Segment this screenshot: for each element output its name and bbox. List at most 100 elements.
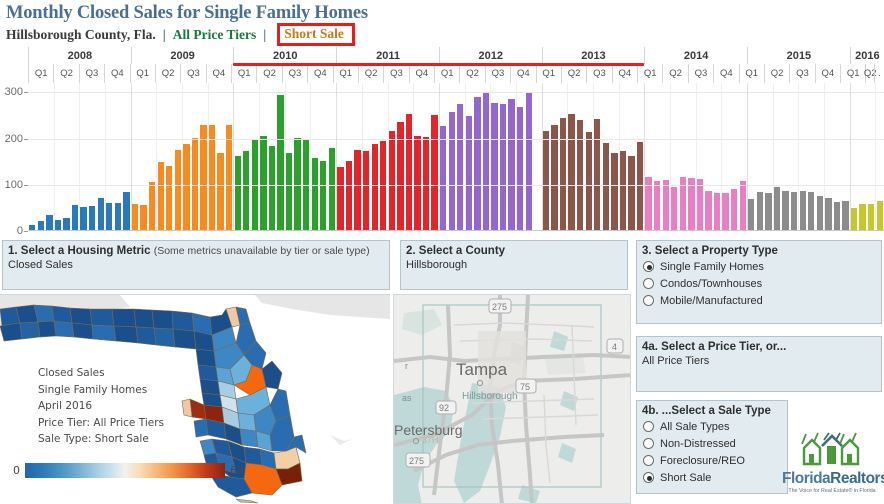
property-type-radio-group[interactable]: Single Family Homes Condos/Townhouses Mobi… [637, 258, 881, 309]
bar-2008-Dec[interactable] [123, 192, 130, 230]
sale-type-option-3[interactable]: Short Sale [637, 469, 787, 486]
bar-2012-Oct[interactable] [517, 107, 524, 230]
bar-2011-Jan[interactable] [337, 167, 344, 230]
bar-2008-Jun[interactable] [71, 205, 79, 230]
bar-2008-Mar[interactable] [46, 214, 53, 230]
bar-2012-Jul[interactable] [491, 102, 498, 230]
radio-button-icon[interactable] [643, 278, 654, 289]
bar-2008-Aug[interactable] [89, 205, 96, 230]
bar-2014-Feb[interactable] [653, 180, 661, 230]
panel-select-housing-metric[interactable]: 1. Select a Housing Metric (Some metrics… [2, 240, 390, 290]
bar-2016-Apr[interactable] [876, 201, 883, 230]
bar-2012-Aug[interactable] [499, 104, 507, 230]
bar-2015-Jul[interactable] [799, 190, 806, 230]
bar-2009-Oct[interactable] [208, 125, 216, 230]
bar-2011-Jul[interactable] [388, 131, 395, 230]
bar-2012-Sep[interactable] [508, 99, 515, 230]
bar-2008-May[interactable] [63, 217, 70, 230]
sale-type-option-2[interactable]: Foreclosure/REO [637, 452, 787, 469]
bar-2012-May[interactable] [474, 96, 481, 230]
county-panel-value[interactable]: Hillsborough [401, 258, 627, 272]
bar-2010-Jan[interactable] [234, 156, 241, 230]
bar-2013-Jul[interactable] [594, 118, 601, 230]
bar-2015-Mar[interactable] [765, 192, 772, 230]
bar-2012-Nov[interactable] [525, 93, 532, 230]
radio-button-icon[interactable] [643, 295, 654, 306]
bar-2009-May[interactable] [166, 165, 173, 230]
bar-2010-Aug[interactable] [294, 137, 301, 230]
bar-2009-Jan[interactable] [131, 203, 139, 230]
bar-2013-Sep[interactable] [611, 153, 618, 230]
bar-2015-Jan[interactable] [748, 198, 755, 230]
bar-2011-Oct[interactable] [414, 135, 421, 230]
bar-2015-Dec[interactable] [842, 200, 849, 230]
property-type-option-1[interactable]: Condos/Townhouses [637, 275, 881, 292]
bar-2012-Jun[interactable] [482, 93, 490, 230]
bar-2010-Jul[interactable] [285, 152, 293, 230]
bar-2013-Feb[interactable] [551, 125, 558, 230]
bar-2010-Nov[interactable] [320, 160, 327, 230]
bar-2014-Jul[interactable] [696, 179, 704, 230]
bar-2009-Jul[interactable] [183, 143, 190, 230]
bar-2011-May[interactable] [371, 143, 378, 230]
sale-type-option-0[interactable]: All Sale Types [637, 418, 787, 435]
bar-2009-Apr[interactable] [157, 162, 164, 230]
bar-2009-Mar[interactable] [148, 181, 156, 230]
property-type-option-2[interactable]: Mobile/Manufactured [637, 292, 881, 309]
bar-2016-Mar[interactable] [867, 203, 875, 230]
bar-2010-Jun[interactable] [277, 94, 284, 230]
metric-panel-value[interactable]: Closed Sales [3, 258, 389, 272]
bar-2013-Jun[interactable] [585, 131, 592, 230]
bar-2013-Nov[interactable] [628, 156, 635, 230]
bar-2015-Jun[interactable] [790, 191, 798, 230]
bar-2013-Apr[interactable] [568, 114, 575, 230]
bar-2012-Jan[interactable] [439, 125, 447, 230]
bar-2012-Mar[interactable] [457, 104, 464, 230]
bar-2009-Feb[interactable] [140, 204, 147, 230]
bar-2008-Jul[interactable] [80, 206, 87, 230]
price-tier-panel-value[interactable]: All Price Tiers [637, 354, 881, 368]
bar-2009-Aug[interactable] [191, 137, 199, 230]
bar-2014-Aug[interactable] [705, 191, 712, 230]
bar-2014-Dec[interactable] [739, 180, 746, 230]
bar-2010-Oct[interactable] [311, 158, 318, 230]
bar-2008-Oct[interactable] [106, 202, 113, 230]
sale-type-option-1[interactable]: Non-Distressed [637, 435, 787, 452]
bar-2010-May[interactable] [268, 146, 276, 230]
panel-select-price-tier[interactable]: 4a. Select a Price Tier, or... All Price… [636, 336, 882, 392]
bar-2014-Mar[interactable] [662, 180, 669, 230]
panel-select-county[interactable]: 2. Select a County Hillsborough [400, 240, 628, 290]
bar-2008-Nov[interactable] [114, 203, 122, 230]
panel-select-sale-type[interactable]: 4b. ...Select a Sale Type All Sale Types… [636, 400, 788, 494]
radio-button-icon[interactable] [643, 455, 654, 466]
bar-2012-Feb[interactable] [448, 112, 455, 230]
bar-2016-Jan[interactable] [850, 208, 858, 230]
bar-2013-Dec[interactable] [636, 142, 644, 230]
bar-2011-Nov[interactable] [422, 136, 430, 230]
bar-2008-Feb[interactable] [37, 220, 44, 230]
radio-button-icon[interactable] [643, 438, 654, 449]
bar-2014-Sep[interactable] [713, 193, 721, 230]
bar-2014-Jun[interactable] [688, 178, 695, 230]
bar-2013-Oct[interactable] [619, 151, 627, 230]
bar-2014-Oct[interactable] [722, 192, 729, 230]
bar-2008-Jan[interactable] [29, 225, 36, 230]
panel-select-property-type[interactable]: 3. Select a Property Type Single Family … [636, 240, 882, 324]
bar-2012-Apr[interactable] [465, 115, 472, 230]
bar-2013-May[interactable] [576, 120, 584, 230]
bar-2010-Feb[interactable] [243, 151, 250, 230]
bar-2013-Mar[interactable] [559, 118, 567, 230]
bar-2013-Aug[interactable] [602, 143, 609, 230]
tampa-detail-map[interactable]: Tampa Hillsborough Petersburg as r 275 7… [393, 294, 631, 504]
bar-2015-Feb[interactable] [756, 191, 764, 230]
bar-2008-Apr[interactable] [54, 219, 62, 230]
bar-2009-Dec[interactable] [225, 125, 233, 230]
radio-button-icon[interactable] [643, 421, 654, 432]
bar-2015-Oct[interactable] [825, 197, 832, 230]
bar-2013-Jan[interactable] [542, 130, 550, 230]
property-type-option-0[interactable]: Single Family Homes [637, 258, 881, 275]
bar-2009-Sep[interactable] [200, 125, 207, 230]
bar-2010-Dec[interactable] [328, 148, 336, 230]
bar-2008-Sep[interactable] [97, 198, 104, 230]
bar-2011-Apr[interactable] [362, 151, 370, 230]
